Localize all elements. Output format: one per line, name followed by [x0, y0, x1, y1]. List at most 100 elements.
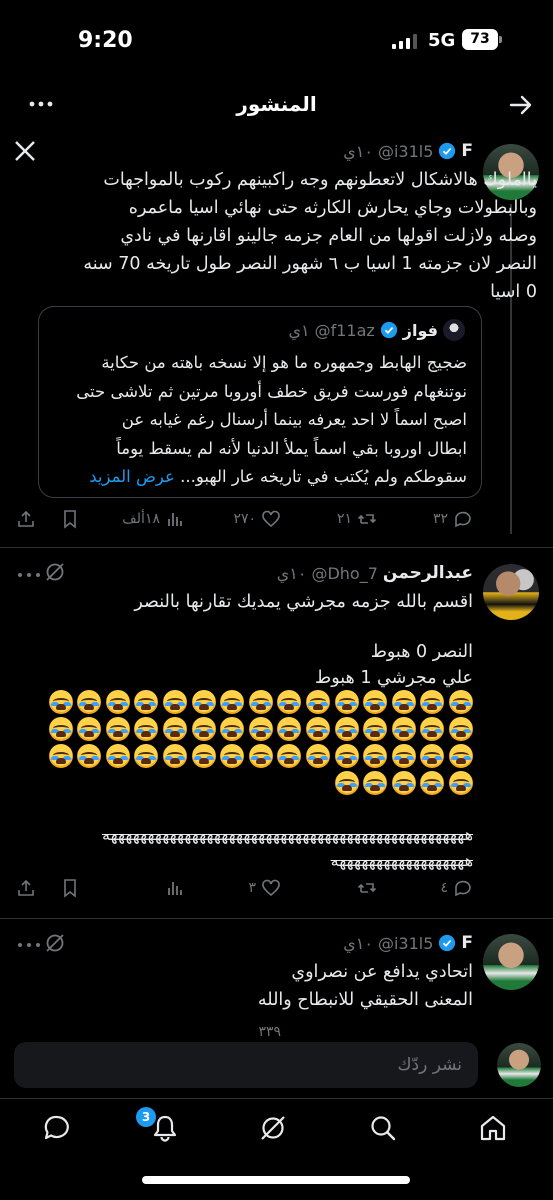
- crying-emoji-icon: [306, 744, 331, 768]
- bookmark-icon: [64, 510, 76, 529]
- author-handle[interactable]: @i31l5: [378, 934, 433, 953]
- quote-time: ١ي: [288, 320, 310, 340]
- crying-emoji-icon: [48, 744, 73, 768]
- crying-emoji-icon: [334, 717, 359, 741]
- crying-emoji-icon: [220, 744, 245, 768]
- tweet-text-line: اقسم بالله جزمه مجرشي يمديك تقارنها بالن…: [134, 592, 473, 612]
- notifications-badge: 3: [136, 1107, 156, 1127]
- more-icon[interactable]: [16, 940, 42, 950]
- search-icon[interactable]: [368, 1113, 398, 1143]
- retweet-icon: [357, 883, 377, 893]
- author-handle[interactable]: @Dho_7: [311, 564, 377, 583]
- verified-badge-icon: [439, 142, 456, 160]
- author-name[interactable]: F: [461, 933, 473, 953]
- crying-emoji-icon: [449, 717, 473, 741]
- avatar[interactable]: [483, 934, 539, 990]
- crying-emoji-icon: [420, 771, 445, 795]
- avatar[interactable]: [483, 564, 539, 620]
- grok-icon[interactable]: [258, 1113, 288, 1143]
- crying-emoji-icon: [105, 744, 130, 768]
- author-name[interactable]: عبدالرحمن: [383, 563, 473, 583]
- crying-emoji-icon: [391, 771, 416, 795]
- reply-button[interactable]: ٣٢: [433, 509, 473, 529]
- retweet-count: ٢١: [336, 511, 352, 527]
- avatar[interactable]: [497, 1043, 541, 1087]
- crying-emoji-icon: [163, 744, 188, 768]
- heart-icon: [262, 510, 280, 528]
- battery-icon: 73: [462, 29, 498, 50]
- emoji-grid: [44, 690, 473, 795]
- tweet-header: عبدالرحمن @Dho_7 ١٠ي: [277, 559, 473, 587]
- crying-emoji-icon: [277, 744, 302, 768]
- crying-emoji-icon: [449, 690, 473, 714]
- quoted-tweet[interactable]: فواز @f11az ١ي ضجيج الهابط وجمهوره ما هو…: [38, 306, 482, 498]
- show-more-link[interactable]: عرض المزيد: [89, 467, 175, 486]
- bookmark-icon: [64, 879, 76, 898]
- crying-emoji-icon: [420, 690, 445, 714]
- crying-emoji-icon: [391, 744, 416, 768]
- retweet-button[interactable]: ٢١: [337, 509, 377, 529]
- like-button[interactable]: ٣: [248, 878, 281, 898]
- reply-icon: [455, 880, 471, 897]
- crying-emoji-icon: [163, 690, 188, 714]
- bookmark-button[interactable]: [60, 878, 80, 898]
- verified-badge-icon: [439, 934, 456, 952]
- divider: [0, 918, 553, 919]
- crying-emoji-icon: [48, 717, 73, 741]
- share-button[interactable]: [16, 878, 36, 898]
- like-count: ٣٣٩: [258, 1024, 281, 1038]
- crying-emoji-icon: [363, 690, 388, 714]
- status-bar: 9:20 5G 73: [0, 0, 553, 86]
- post-time: ١٠ي: [343, 141, 373, 161]
- views-button[interactable]: ١٨ألف: [122, 509, 185, 529]
- crying-emoji-icon: [334, 690, 359, 714]
- crying-emoji-icon: [306, 717, 331, 741]
- strikethrough-text: هههههههههههههههههههههههههههههههههههههههه…: [101, 825, 473, 844]
- bookmark-button[interactable]: [60, 509, 80, 529]
- grok-icon[interactable]: [44, 561, 66, 583]
- home-icon[interactable]: [478, 1113, 508, 1143]
- reply-count: ٣٢: [432, 511, 448, 527]
- crying-emoji-icon: [105, 717, 130, 741]
- retweet-button[interactable]: [357, 878, 377, 898]
- crying-emoji-icon: [191, 717, 216, 741]
- reply-button[interactable]: ٤: [440, 878, 473, 898]
- like-button[interactable]: ٣٣٩: [258, 1024, 281, 1038]
- crying-emoji-icon: [134, 717, 159, 741]
- author-name[interactable]: F: [461, 141, 473, 161]
- crying-emoji-icon: [220, 690, 245, 714]
- like-count: ٣: [248, 880, 256, 896]
- author-handle[interactable]: @i31l5: [378, 142, 433, 161]
- crying-emoji-icon: [77, 744, 102, 768]
- crying-emoji-icon: [420, 744, 445, 768]
- reply-bar: نشر ردّك: [0, 1038, 553, 1092]
- messages-icon[interactable]: [42, 1113, 72, 1143]
- crying-emoji-icon: [334, 771, 359, 795]
- crying-emoji-icon: [134, 744, 159, 768]
- battery-tip: [499, 36, 502, 43]
- crying-emoji-icon: [191, 744, 216, 768]
- grok-icon[interactable]: [44, 932, 66, 954]
- network-label: 5G: [428, 30, 456, 51]
- crying-emoji-icon: [77, 690, 102, 714]
- reply-input[interactable]: نشر ردّك: [14, 1042, 478, 1088]
- crying-emoji-icon: [163, 717, 188, 741]
- arrow-right-icon[interactable]: [508, 92, 534, 118]
- home-indicator: [142, 1176, 410, 1184]
- share-icon: [18, 510, 34, 527]
- crying-emoji-icon: [134, 690, 159, 714]
- tweet-header: F @i31l5 ١٠ي: [343, 137, 473, 165]
- notifications-icon[interactable]: 3: [136, 1107, 180, 1143]
- like-count: ٢٧٠: [233, 511, 256, 527]
- crying-emoji-icon: [363, 744, 388, 768]
- post-time: ١٠ي: [276, 563, 307, 583]
- tweet-text: يااملوك هالاشكال لاتعطونهم وجه راكبينهم …: [83, 170, 537, 302]
- crying-emoji-icon: [449, 771, 473, 795]
- like-button[interactable]: ٢٧٠: [233, 509, 281, 529]
- more-icon[interactable]: [16, 570, 42, 580]
- share-button[interactable]: [16, 509, 36, 529]
- views-icon: [168, 882, 182, 895]
- crying-emoji-icon: [220, 717, 245, 741]
- crying-emoji-icon: [391, 717, 416, 741]
- views-button[interactable]: [165, 878, 185, 898]
